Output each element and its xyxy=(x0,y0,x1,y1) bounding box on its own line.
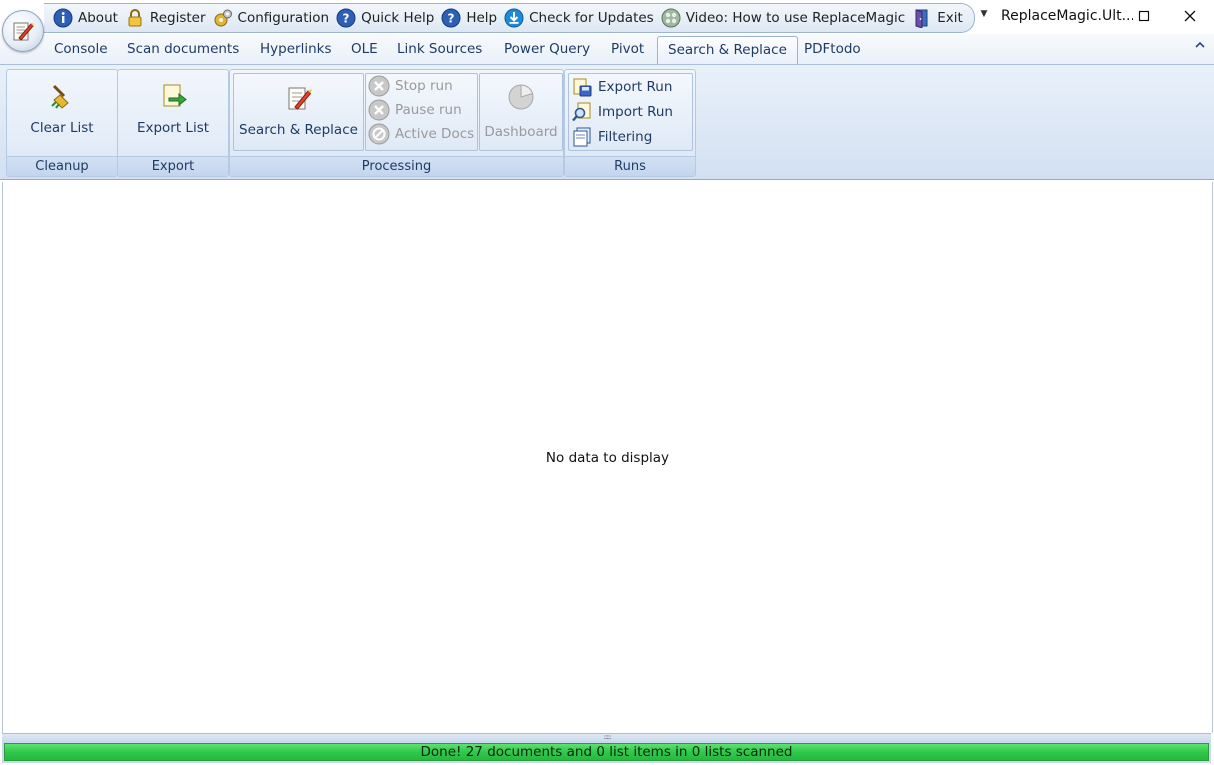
tab-link-sources[interactable]: Link Sources xyxy=(397,36,482,62)
stop-run-label: Stop run xyxy=(395,78,453,94)
question-icon: ? xyxy=(441,8,461,28)
stop-icon xyxy=(368,75,390,97)
collapse-ribbon-button[interactable] xyxy=(1193,38,1207,52)
save-run-icon xyxy=(571,76,593,98)
film-reel-icon xyxy=(661,8,681,28)
export-document-icon xyxy=(157,80,189,112)
filter-pages-icon xyxy=(571,126,593,148)
pie-chart-icon xyxy=(505,81,537,113)
group-runs: Export Run Import Run Filtering Runs xyxy=(564,69,696,177)
maximize-button[interactable] xyxy=(1130,6,1156,26)
gears-icon xyxy=(213,8,233,28)
close-button[interactable] xyxy=(1176,5,1204,27)
chevron-up-icon xyxy=(1195,41,1205,48)
group-export: Export List Export xyxy=(117,69,229,177)
pause-icon xyxy=(368,99,390,121)
import-run-label: Import Run xyxy=(598,104,673,120)
ribbon-panel: Clear List Cleanup Export List Export Se… xyxy=(0,64,1214,180)
register-button[interactable]: Register xyxy=(122,4,210,32)
svg-text:?: ? xyxy=(448,12,455,26)
tab-console[interactable]: Console xyxy=(54,36,108,62)
exit-door-icon xyxy=(912,8,932,28)
progress-bar: Done! 27 documents and 0 list items in 0… xyxy=(4,743,1209,761)
export-list-button[interactable]: Export List xyxy=(118,76,228,148)
group-label-processing: Processing xyxy=(230,156,563,176)
customize-quick-access-dropdown[interactable]: ▼ xyxy=(978,9,990,23)
download-icon xyxy=(504,8,524,28)
group-label-runs: Runs xyxy=(565,156,695,176)
exit-button[interactable]: Exit xyxy=(909,4,967,32)
configuration-button[interactable]: Configuration xyxy=(210,4,334,32)
exit-label: Exit xyxy=(937,10,963,26)
export-run-label: Export Run xyxy=(598,79,673,95)
group-label-cleanup: Cleanup xyxy=(7,156,117,176)
dashboard-label: Dashboard xyxy=(484,124,558,140)
padlock-icon xyxy=(125,8,145,28)
about-button[interactable]: About xyxy=(50,4,122,32)
about-label: About xyxy=(78,10,118,26)
check-for-updates-button[interactable]: Check for Updates xyxy=(501,4,658,32)
stop-run-button[interactable]: Stop run xyxy=(368,75,453,97)
export-list-label: Export List xyxy=(136,120,210,136)
question-icon: ? xyxy=(336,8,356,28)
maximize-icon xyxy=(1138,10,1150,22)
video-how-to-label: Video: How to use ReplaceMagic xyxy=(685,10,906,26)
title-bar: About Register Configuration ? Quick Hel… xyxy=(0,0,1214,34)
magnifier-document-icon xyxy=(571,101,593,123)
application-menu-button[interactable] xyxy=(2,10,44,52)
window-title: ReplaceMagic.Ult... xyxy=(1001,8,1133,24)
tab-ole[interactable]: OLE xyxy=(351,36,378,62)
group-cleanup: Clear List Cleanup xyxy=(6,69,118,177)
pause-run-label: Pause run xyxy=(395,102,462,118)
help-label: Help xyxy=(466,10,498,26)
active-docs-label: Active Docs xyxy=(395,126,475,142)
tab-search-and-replace[interactable]: Search & Replace xyxy=(657,36,798,65)
import-run-button[interactable]: Import Run xyxy=(571,101,673,123)
quick-help-label: Quick Help xyxy=(361,10,435,26)
search-and-replace-label: Search & Replace xyxy=(239,122,358,138)
active-docs-button[interactable]: Active Docs xyxy=(368,123,474,145)
pause-run-button[interactable]: Pause run xyxy=(368,99,462,121)
results-grid[interactable]: No data to display xyxy=(2,182,1213,733)
tab-pivot[interactable]: Pivot xyxy=(611,36,644,62)
broom-icon xyxy=(46,80,78,112)
tab-scan-documents[interactable]: Scan documents xyxy=(127,36,239,62)
configuration-label: Configuration xyxy=(237,10,330,26)
svg-text:?: ? xyxy=(343,12,350,26)
quick-help-button[interactable]: ? Quick Help xyxy=(333,4,438,32)
empty-grid-message: No data to display xyxy=(545,450,670,466)
search-and-replace-button[interactable]: Search & Replace xyxy=(233,73,364,151)
active-docs-icon xyxy=(368,123,390,145)
filtering-button[interactable]: Filtering xyxy=(571,126,652,148)
status-bar: Done! 27 documents and 0 list items in 0… xyxy=(2,741,1211,763)
register-label: Register xyxy=(149,10,206,26)
replacemagic-logo-icon xyxy=(13,22,34,41)
clear-list-button[interactable]: Clear List xyxy=(7,76,117,148)
tab-power-query[interactable]: Power Query xyxy=(504,36,590,62)
check-for-updates-label: Check for Updates xyxy=(529,10,654,26)
splitter-grip-icon: ::::: xyxy=(603,733,612,741)
quick-access-toolbar: About Register Configuration ? Quick Hel… xyxy=(44,3,975,33)
search-replace-icon xyxy=(283,82,315,114)
export-run-button[interactable]: Export Run xyxy=(571,76,672,98)
close-icon xyxy=(1184,10,1196,22)
group-processing: Search & Replace Stop run Pause run Acti… xyxy=(229,69,564,177)
status-message: Done! 27 documents and 0 list items in 0… xyxy=(420,744,793,760)
video-how-to-button[interactable]: Video: How to use ReplaceMagic xyxy=(658,4,910,32)
group-label-export: Export xyxy=(118,156,228,176)
dashboard-button[interactable]: Dashboard xyxy=(479,73,563,151)
tab-hyperlinks[interactable]: Hyperlinks xyxy=(260,36,331,62)
clear-list-label: Clear List xyxy=(30,120,94,136)
filtering-label: Filtering xyxy=(598,129,653,145)
tab-pdftodo[interactable]: PDFtodo xyxy=(804,36,861,62)
help-button[interactable]: ? Help xyxy=(438,4,501,32)
info-icon xyxy=(53,8,73,28)
ribbon-tab-bar: Console Scan documents Hyperlinks OLE Li… xyxy=(0,34,1214,65)
